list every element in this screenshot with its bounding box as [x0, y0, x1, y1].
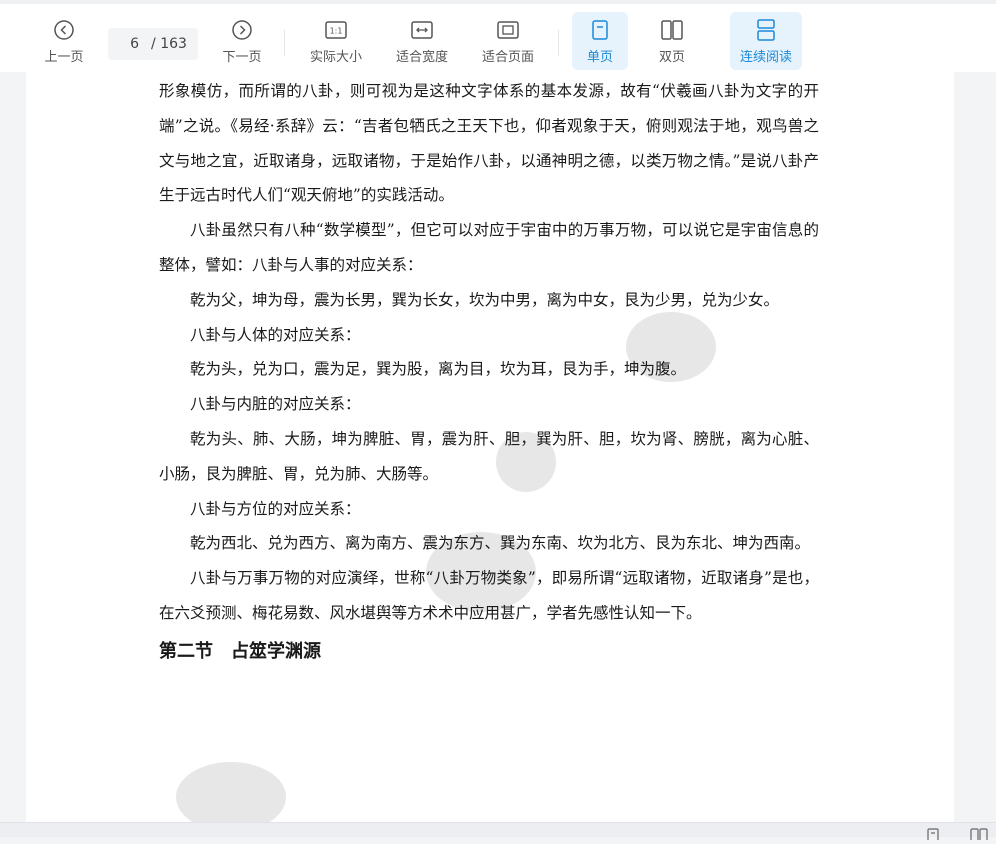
- double-page-icon[interactable]: [970, 825, 988, 844]
- prev-page-label: 上一页: [44, 49, 84, 65]
- paragraph: 形象模仿，而所谓的八卦，则可视为是这种文字体系的基本发源，故有“伏羲画八卦为文字…: [159, 82, 819, 205]
- paragraph: 乾为头、肺、大肠，坤为脾脏、胃，震为肝、胆，巽为肝、胆，坎为肾、膀胱，离为心脏、…: [159, 429, 819, 483]
- continuous-reading-button[interactable]: 连续阅读: [730, 12, 802, 70]
- fit-page-button[interactable]: 适合页面: [472, 12, 544, 70]
- actual-size-label: 实际大小: [309, 49, 362, 65]
- fit-page-icon: [496, 18, 520, 42]
- single-page-button[interactable]: 单页: [572, 12, 628, 70]
- next-page-label: 下一页: [222, 49, 262, 65]
- actual-size-icon: 1:1: [324, 18, 348, 42]
- document-viewport[interactable]: 形象模仿，而所谓的八卦，则可视为是这种文字体系的基本发源，故有“伏羲画八卦为文字…: [0, 72, 996, 822]
- paragraph: 八卦与万事万物的对应演绎，世称“八卦万物类象”，即易所谓“远取诸物，近取诸身”是…: [159, 569, 819, 622]
- paragraph: 乾为父，坤为母，震为长男，巽为长女，坎为中男，离为中女，艮为少男，兑为少女。: [190, 290, 780, 309]
- fit-width-icon: [410, 18, 434, 42]
- page-text: 形象模仿，而所谓的八卦，则可视为是这种文字体系的基本发源，故有“伏羲画八卦为文字…: [159, 74, 819, 670]
- chevron-left-circle-icon: [52, 18, 76, 42]
- continuous-reading-icon: [754, 18, 778, 42]
- continuous-reading-label: 连续阅读: [739, 49, 792, 65]
- scan-noise: [176, 762, 286, 822]
- toolbar-divider: [558, 30, 559, 56]
- paragraph: 乾为西北、兑为西方、离为南方、震为东方、巽为东南、坎为北方、艮为东北、坤为西南。: [190, 534, 811, 553]
- single-page-icon[interactable]: [926, 825, 940, 844]
- reader-toolbar: 上一页 6 / 163 下一页 1:1 实际大小 适合宽度 适合页面 单页 双页…: [0, 0, 996, 72]
- double-page-button[interactable]: 双页: [644, 12, 700, 70]
- single-page-icon: [588, 18, 612, 42]
- status-bar: [0, 822, 996, 842]
- actual-size-button[interactable]: 1:1 实际大小: [300, 12, 372, 70]
- current-page[interactable]: 6: [119, 36, 139, 52]
- paragraph: 八卦虽然只有八种“数学模型”，但它可以对应于宇宙中的万事万物，可以说它是宇宙信息…: [159, 221, 819, 274]
- fit-page-label: 适合页面: [481, 49, 534, 65]
- paragraph: 八卦与方位的对应关系：: [190, 499, 361, 518]
- fit-width-button[interactable]: 适合宽度: [386, 12, 458, 70]
- next-page-button[interactable]: 下一页: [214, 12, 270, 70]
- chevron-right-circle-icon: [230, 18, 254, 42]
- paragraph: 乾为头，兑为口，震为足，巽为股，离为目，坎为耳，艮为手，坤为腹。: [190, 360, 687, 379]
- double-page-icon: [660, 18, 684, 42]
- actual-size-glyph: 1:1: [330, 26, 343, 35]
- double-page-label: 双页: [658, 49, 685, 65]
- single-page-label: 单页: [586, 49, 613, 65]
- paragraph: 八卦与人体的对应关系：: [190, 325, 361, 344]
- section-heading: 第二节 占筮学渊源: [159, 640, 321, 662]
- fit-width-label: 适合宽度: [395, 49, 448, 65]
- page-number-input[interactable]: 6 / 163: [108, 28, 198, 60]
- paragraph: 八卦与内脏的对应关系：: [190, 395, 361, 414]
- prev-page-button[interactable]: 上一页: [36, 12, 92, 70]
- toolbar-divider: [284, 30, 285, 56]
- document-page: 形象模仿，而所谓的八卦，则可视为是这种文字体系的基本发源，故有“伏羲画八卦为文字…: [26, 72, 954, 822]
- total-pages: / 163: [151, 36, 187, 52]
